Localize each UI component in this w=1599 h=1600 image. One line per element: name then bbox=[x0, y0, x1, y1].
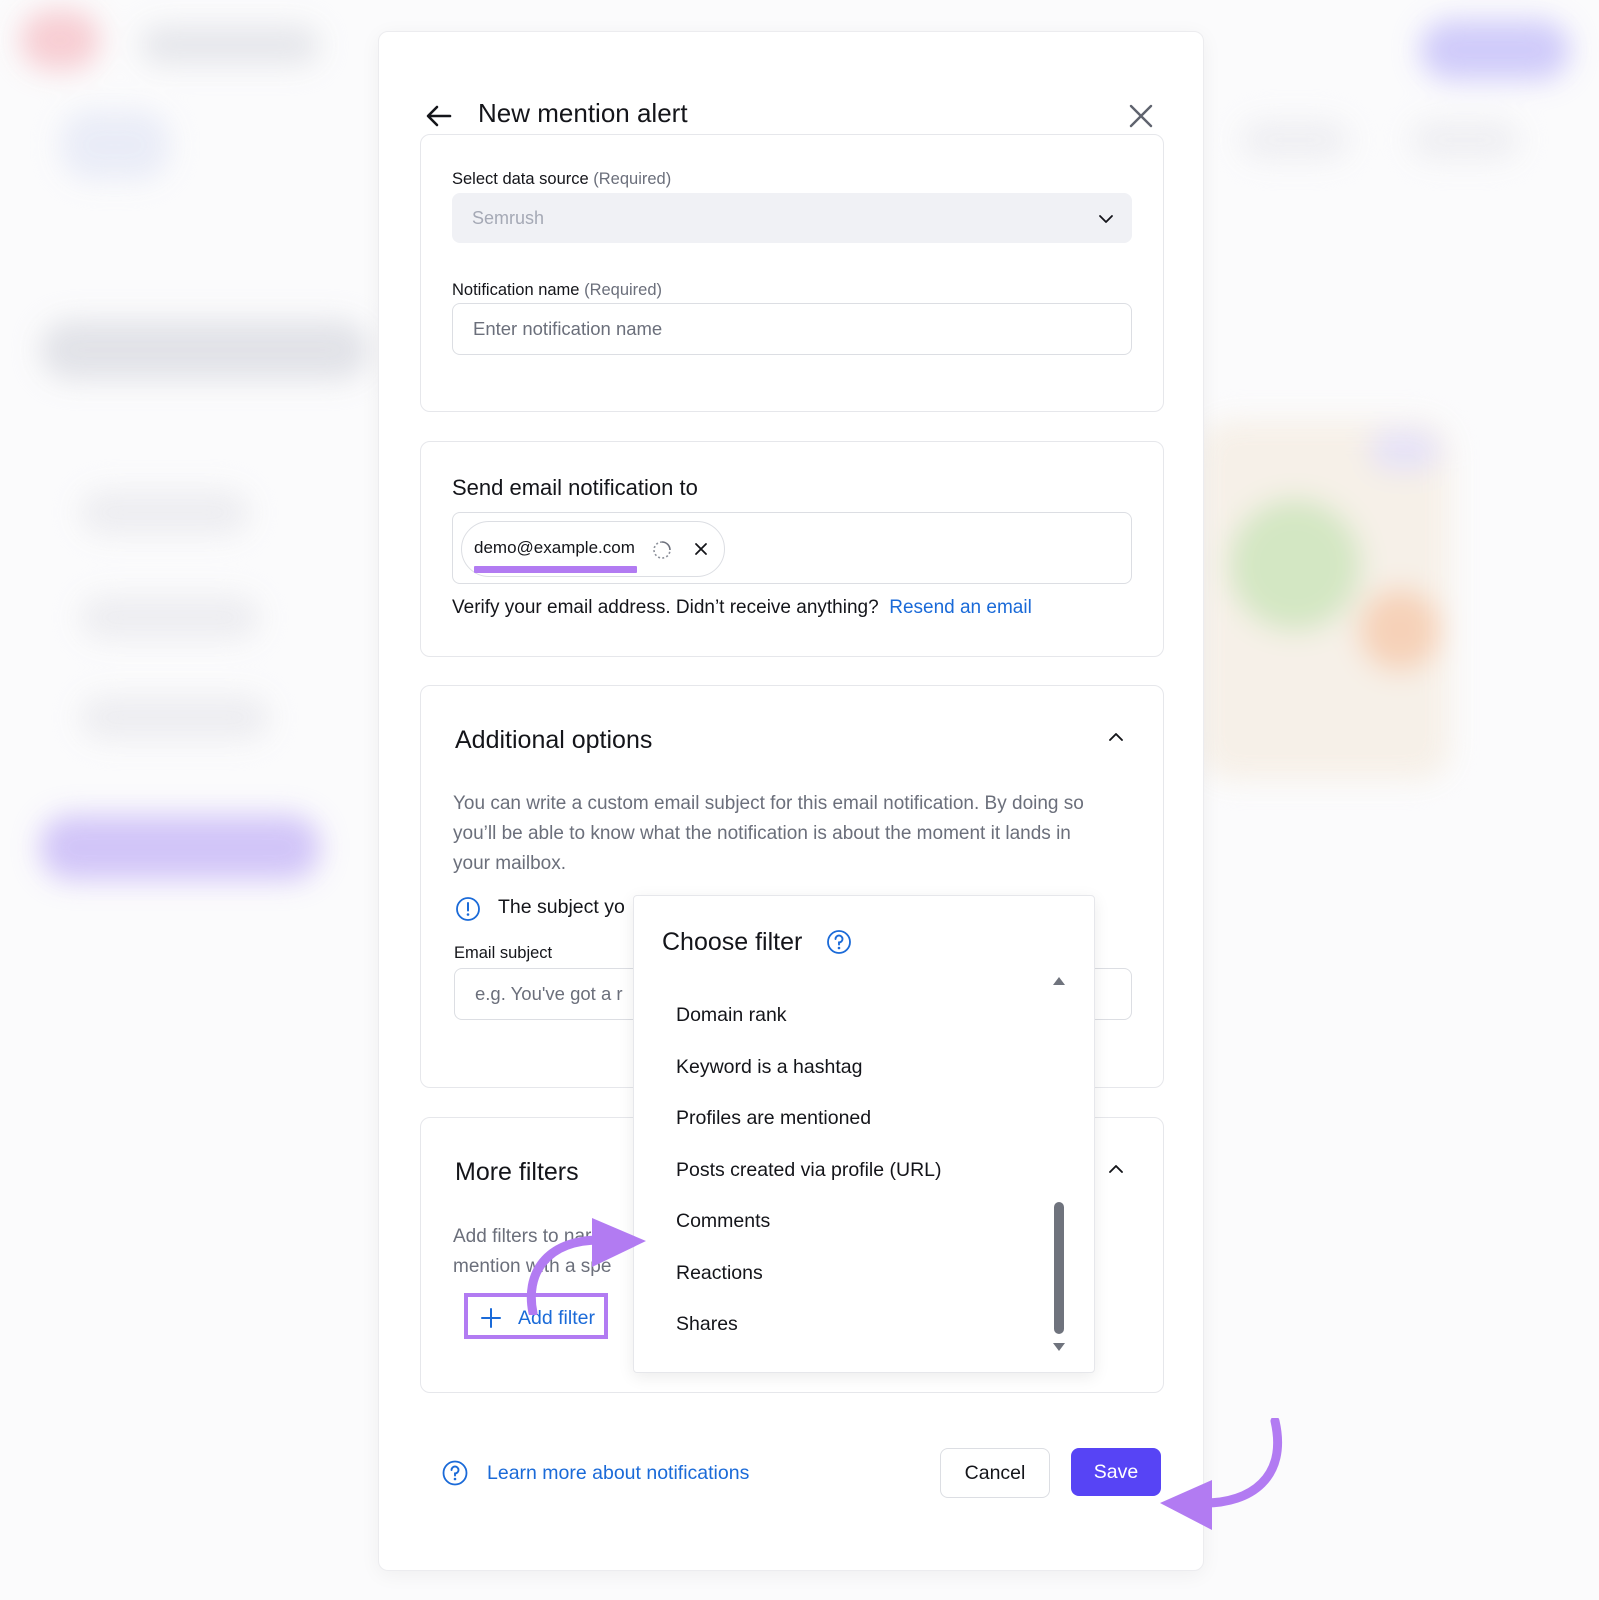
back-arrow-icon[interactable] bbox=[423, 100, 455, 132]
filter-option-comments[interactable]: Comments bbox=[676, 1210, 770, 1233]
cancel-button[interactable]: Cancel bbox=[940, 1448, 1050, 1498]
loading-spinner-icon bbox=[653, 541, 671, 559]
plus-icon bbox=[481, 1308, 501, 1328]
collapse-chevron-icon[interactable] bbox=[1105, 1158, 1127, 1180]
remove-email-icon[interactable] bbox=[691, 539, 711, 559]
data-source-select[interactable]: Semrush bbox=[452, 193, 1132, 243]
filter-option-reactions[interactable]: Reactions bbox=[676, 1262, 763, 1285]
email-highlight-underline bbox=[474, 566, 637, 573]
source-and-name-card: Select data source (Required) Semrush No… bbox=[420, 134, 1164, 412]
filter-option-keyword-hashtag[interactable]: Keyword is a hashtag bbox=[676, 1056, 862, 1079]
choose-filter-dropdown: Choose filter Domain rank Keyword is a h… bbox=[633, 895, 1095, 1373]
email-subject-label: Email subject bbox=[454, 944, 553, 962]
email-recipients-field[interactable]: demo@example.com bbox=[452, 512, 1132, 584]
help-circle-icon[interactable] bbox=[826, 929, 852, 955]
verify-email-message: Verify your email address. Didn’t receiv… bbox=[452, 597, 1032, 618]
info-warning-icon bbox=[456, 897, 480, 921]
email-subject-placeholder: e.g. You've got a r bbox=[475, 983, 623, 1004]
filter-option-profiles-mentioned[interactable]: Profiles are mentioned bbox=[676, 1107, 871, 1130]
chevron-down-icon bbox=[1099, 215, 1113, 223]
notification-name-input[interactable]: Enter notification name bbox=[452, 303, 1132, 355]
annotation-arrow-icon bbox=[1160, 1418, 1283, 1530]
resend-email-link[interactable]: Resend an email bbox=[889, 597, 1032, 618]
collapse-chevron-icon[interactable] bbox=[1105, 726, 1127, 748]
close-icon[interactable] bbox=[1125, 100, 1157, 132]
modal-title: New mention alert bbox=[478, 98, 688, 128]
filter-option-domain-rank[interactable]: Domain rank bbox=[676, 1004, 787, 1027]
notification-name-label: Notification name (Required) bbox=[452, 281, 663, 299]
additional-options-description: You can write a custom email subject for… bbox=[453, 793, 1084, 874]
save-button[interactable]: Save bbox=[1071, 1448, 1161, 1496]
more-filters-title: More filters bbox=[455, 1158, 579, 1186]
scroll-down-arrow-icon[interactable] bbox=[1052, 1342, 1066, 1352]
data-source-label: Select data source (Required) bbox=[452, 170, 672, 188]
learn-more-link[interactable]: Learn more about notifications bbox=[487, 1462, 749, 1485]
annotation-arrow-icon bbox=[526, 1218, 646, 1315]
data-source-value: Semrush bbox=[472, 208, 545, 228]
choose-filter-title: Choose filter bbox=[662, 928, 803, 956]
email-chip: demo@example.com bbox=[461, 521, 725, 577]
email-chip-address: demo@example.com bbox=[474, 538, 635, 557]
filter-option-posts-via-profile[interactable]: Posts created via profile (URL) bbox=[676, 1159, 942, 1182]
additional-options-title: Additional options bbox=[455, 726, 653, 754]
scroll-up-arrow-icon[interactable] bbox=[1052, 976, 1066, 986]
filter-option-shares[interactable]: Shares bbox=[676, 1313, 738, 1336]
email-section-title: Send email notification to bbox=[452, 475, 698, 500]
subject-warning-text: The subject yo bbox=[498, 896, 625, 918]
dropdown-scrollbar-thumb[interactable] bbox=[1054, 1202, 1064, 1334]
help-circle-icon[interactable] bbox=[442, 1460, 468, 1486]
email-notification-card: Send email notification to demo@example.… bbox=[420, 441, 1164, 657]
notification-name-placeholder: Enter notification name bbox=[473, 318, 663, 339]
